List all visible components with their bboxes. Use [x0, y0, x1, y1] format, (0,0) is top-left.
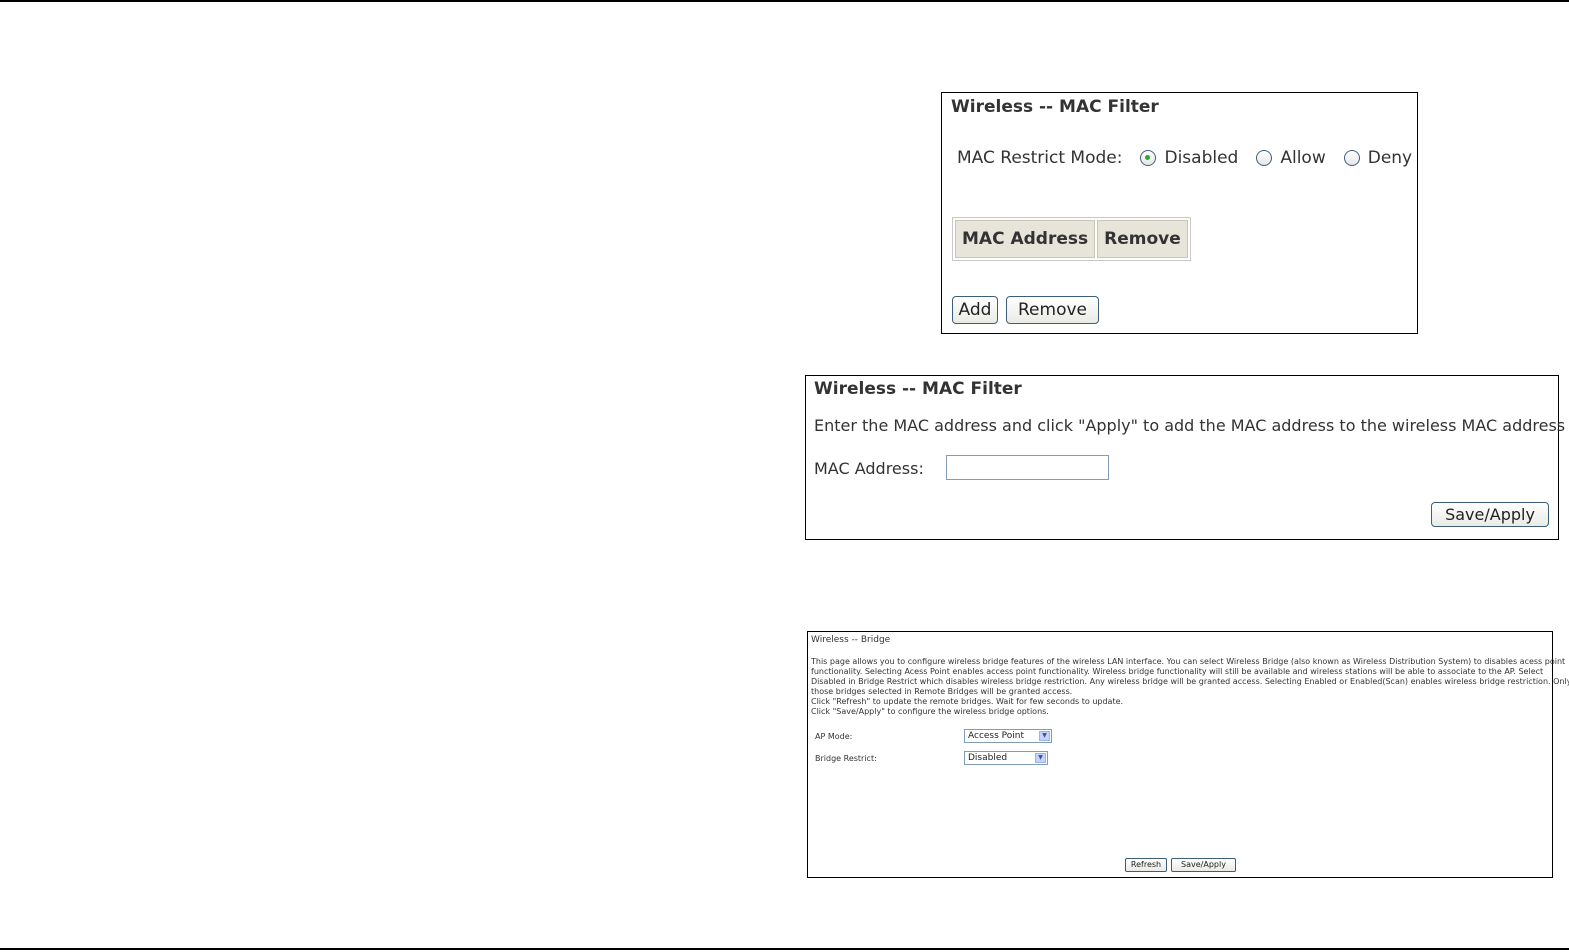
- description-line: Disabled in Bridge Restrict which disabl…: [811, 677, 1569, 686]
- radio-disabled-label: Disabled: [1164, 148, 1239, 168]
- instructions-text: Enter the MAC address and click "Apply" …: [814, 416, 1569, 435]
- mac-address-label: MAC Address:: [814, 459, 924, 478]
- radio-allow-label: Allow: [1280, 148, 1326, 168]
- description-line: functionality. Selecting Acess Point ena…: [811, 667, 1544, 676]
- save-apply-button[interactable]: Save/Apply: [1431, 502, 1549, 527]
- mac-address-table: MAC Address Remove: [952, 217, 1191, 261]
- ap-mode-value: Access Point: [968, 731, 1025, 741]
- mac-filter-add-panel: Wireless -- MAC Filter Enter the MAC add…: [805, 375, 1569, 540]
- refresh-button[interactable]: Refresh: [1125, 858, 1167, 872]
- column-header-mac-address: MAC Address: [955, 220, 1096, 258]
- radio-deny-label: Deny: [1367, 148, 1413, 168]
- bridge-restrict-value: Disabled: [968, 753, 1008, 763]
- ap-mode-label: AP Mode:: [815, 732, 853, 741]
- radio-disabled[interactable]: [1140, 150, 1157, 166]
- bottom-rule: [0, 948, 1569, 950]
- bridge-restrict-label: Bridge Restrict:: [815, 754, 877, 763]
- save-apply-button[interactable]: Save/Apply: [1171, 858, 1236, 872]
- radio-allow[interactable]: [1256, 150, 1273, 166]
- mac-restrict-mode-label: MAC Restrict Mode:: [957, 148, 1123, 168]
- description-line: This page allows you to configure wirele…: [811, 657, 1566, 666]
- table-header-row: MAC Address Remove: [955, 220, 1188, 258]
- description-line: Click "Save/Apply" to configure the wire…: [811, 707, 1049, 716]
- panel-title: Wireless -- MAC Filter: [951, 97, 1159, 117]
- mac-restrict-mode-row: MAC Restrict Mode: Disabled Allow Deny: [957, 148, 1412, 168]
- description-line: those bridges selected in Remote Bridges…: [811, 687, 1073, 696]
- column-header-remove: Remove: [1097, 220, 1188, 258]
- mac-address-input[interactable]: [946, 455, 1109, 480]
- description-line: Click "Refresh" to update the remote bri…: [811, 697, 1124, 706]
- bridge-restrict-select[interactable]: Disabled ▼: [964, 751, 1048, 765]
- panel-title: Wireless -- MAC Filter: [814, 379, 1022, 399]
- top-rule: [0, 0, 1569, 2]
- add-button[interactable]: Add: [952, 296, 998, 324]
- chevron-down-icon[interactable]: ▼: [1039, 731, 1050, 741]
- panel-title: Wireless -- Bridge: [811, 635, 891, 645]
- remove-button[interactable]: Remove: [1006, 296, 1099, 324]
- wireless-bridge-panel: Wireless -- Bridge This page allows you …: [807, 631, 1569, 878]
- mac-filter-list-panel: Wireless -- MAC Filter MAC Restrict Mode…: [941, 92, 1418, 334]
- ap-mode-select[interactable]: Access Point ▼: [964, 729, 1052, 743]
- radio-deny[interactable]: [1343, 150, 1360, 166]
- bridge-description: This page allows you to configure wirele…: [811, 657, 1569, 717]
- chevron-down-icon[interactable]: ▼: [1035, 753, 1046, 763]
